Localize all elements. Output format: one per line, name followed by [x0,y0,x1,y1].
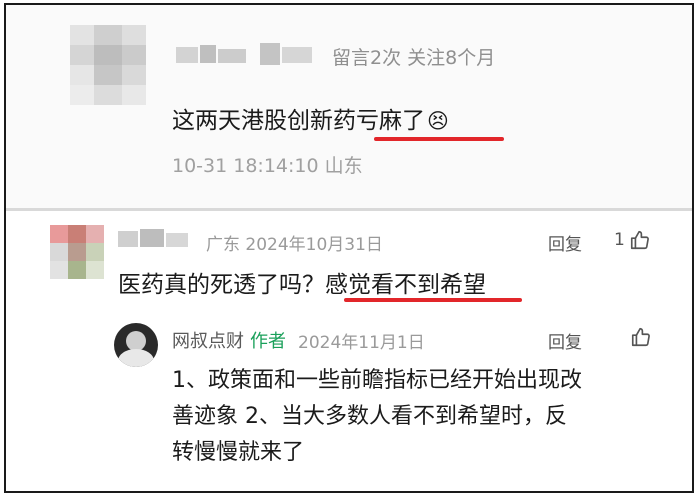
author-name[interactable]: 网叔点财 [172,327,244,353]
location-date: 广东 2024年10月31日 [206,235,383,255]
comment-highlight-2: 感觉看不到希望 [325,272,486,298]
comment-body-2: 医药真的死透了吗？ [118,272,325,298]
thumbs-up-icon [630,326,652,348]
screenshot-frame: 留言2次 关注8个月 这两天港股创新药亏麻了😣 10-31 18:14:10 山… [4,3,694,493]
section-divider [6,208,692,211]
author-avatar[interactable] [114,323,158,367]
reply-body: 1、政策面和一些前瞻指标已经开始出现改 善迹象 2、当大多数人看不到希望时，反 … [172,363,582,471]
avatar-pixelated[interactable] [70,25,146,105]
reply-line-2: 善迹象 2、当大多数人看不到希望时，反 [172,404,567,429]
comment-text: 这两天港股创新药亏麻了😣 [172,101,449,135]
reply-line-1: 1、政策面和一些前瞻指标已经开始出现改 [172,368,582,393]
reply-date: 2024年11月1日 [298,333,425,353]
like-button[interactable]: 1 [614,228,651,252]
reply-line-3: 转慢慢就来了 [172,440,305,465]
comment-text-2: 医药真的死透了吗？感觉看不到希望 [118,265,486,299]
username-pixelated-2[interactable] [118,229,190,249]
username-pixelated[interactable] [176,43,316,67]
reply-button[interactable]: 回复 [548,230,582,255]
user-meta: 留言2次 关注8个月 [332,47,496,69]
red-underline-1 [374,137,504,141]
reply-button-2[interactable]: 回复 [548,328,582,353]
comment-card-1: 留言2次 关注8个月 这两天港股创新药亏麻了😣 10-31 18:14:10 山… [6,5,692,208]
comment-body: 这两天港股创新药亏麻了 [172,108,425,134]
timestamp-location: 10-31 18:14:10 山东 [172,155,363,177]
sad-face-icon: 😣 [427,109,449,133]
like-button-2[interactable] [630,326,652,348]
red-underline-2 [344,298,522,302]
avatar-pixelated-2[interactable] [50,225,104,279]
author-tag: 作者 [250,331,286,352]
like-count: 1 [614,230,625,250]
thumbs-up-icon [629,229,651,251]
